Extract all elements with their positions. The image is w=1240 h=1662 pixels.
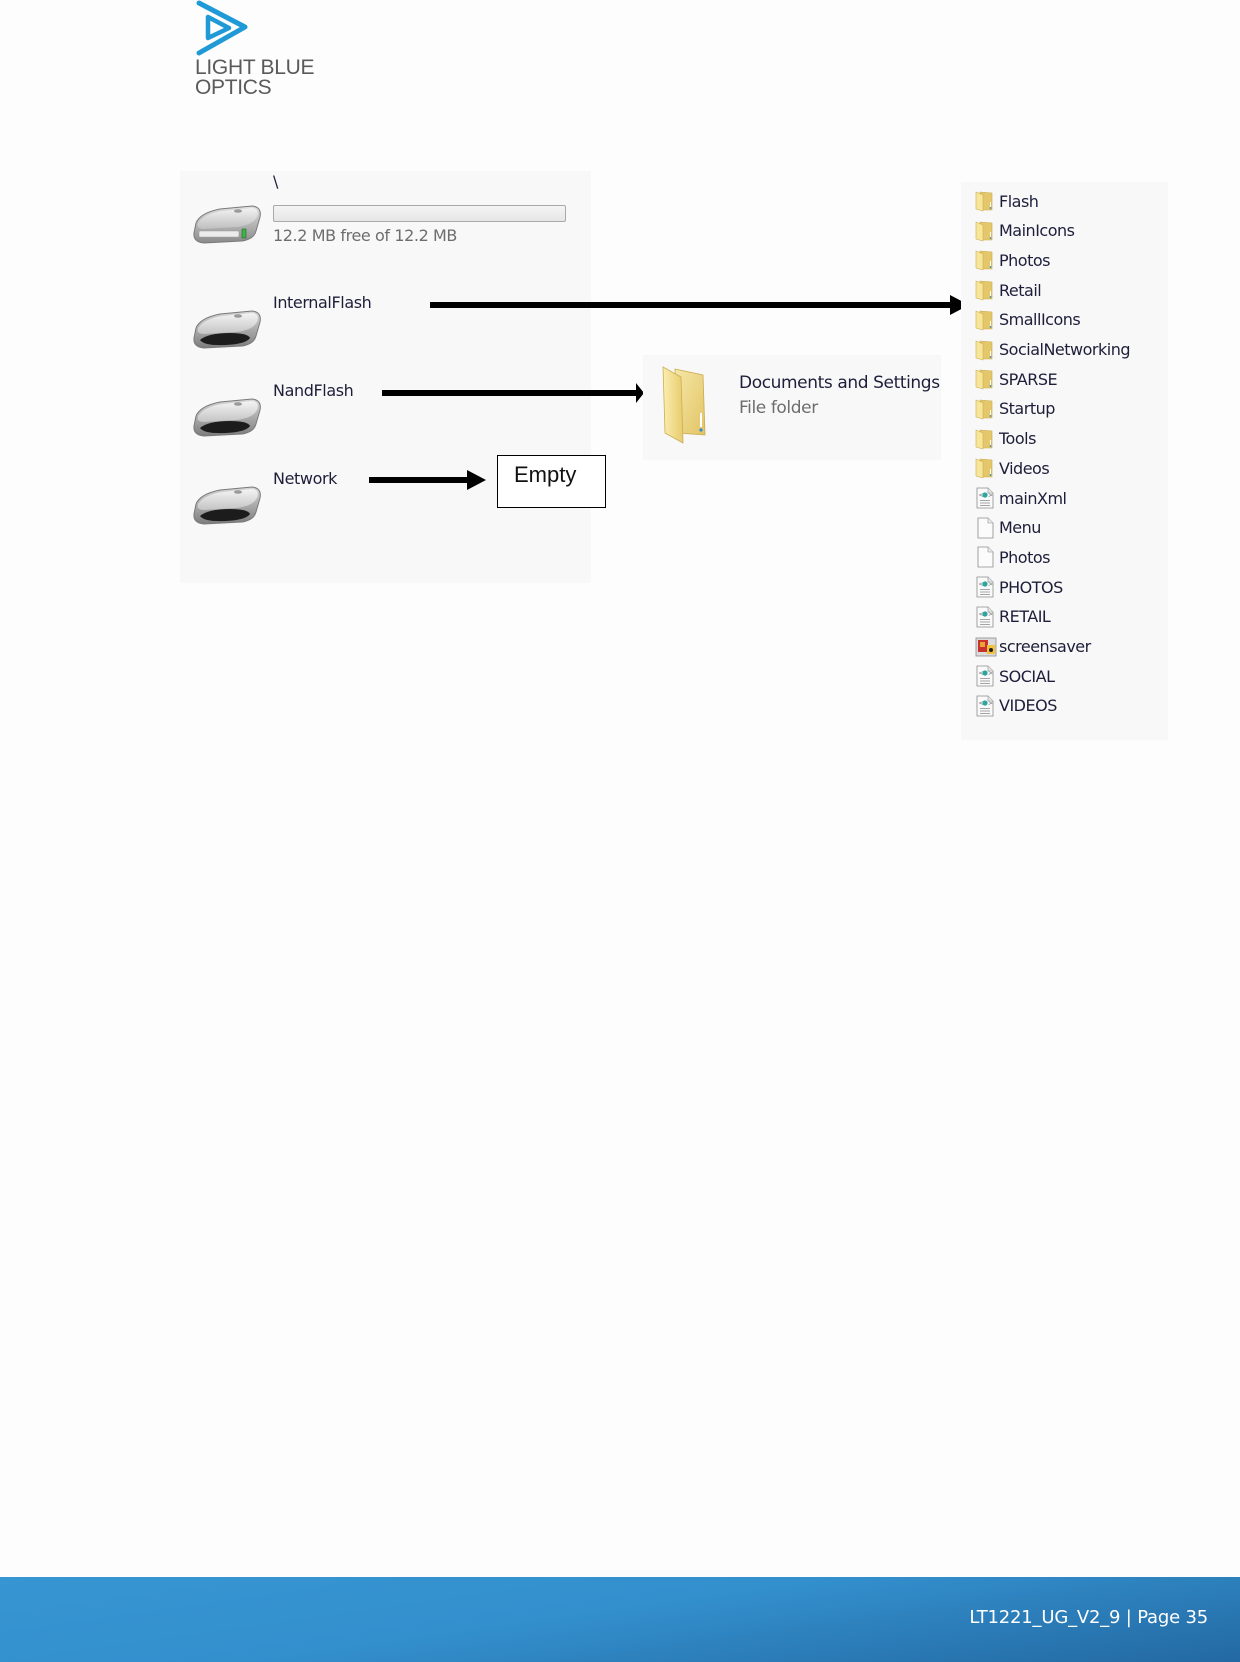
file-list-item[interactable]: < > RETAIL bbox=[975, 604, 1165, 630]
drive-label: InternalFlash bbox=[273, 293, 372, 312]
page-footer: LT1221_UG_V2_9 | Page 35 bbox=[0, 1577, 1240, 1662]
svg-text:>: > bbox=[988, 611, 993, 618]
xml-file-icon: < > bbox=[975, 487, 995, 509]
drives-panel: \ 12.2 MB free of 12.2 MB InternalFlash … bbox=[180, 171, 591, 583]
folder-icon bbox=[975, 398, 995, 420]
drive-label: Network bbox=[273, 469, 338, 488]
folder-icon bbox=[975, 339, 995, 361]
file-name: screensaver bbox=[999, 637, 1091, 656]
arrow-head-icon bbox=[467, 470, 486, 490]
drive-label: \ bbox=[273, 172, 278, 191]
logo-line-2: OPTICS bbox=[195, 76, 272, 99]
file-name: Menu bbox=[999, 518, 1041, 538]
folder-icon bbox=[975, 220, 995, 242]
drive-nandflash[interactable]: NandFlash bbox=[180, 364, 591, 444]
svg-text:>: > bbox=[988, 670, 993, 677]
file-list-item[interactable]: Menu bbox=[975, 515, 1165, 541]
file-name: SPARSE bbox=[999, 369, 1058, 389]
file-list-item[interactable]: Flash bbox=[975, 188, 1165, 214]
file-list-item[interactable]: < > mainXml bbox=[975, 485, 1165, 511]
drive-free-space: 12.2 MB free of 12.2 MB bbox=[273, 226, 458, 245]
file-name: SocialNetworking bbox=[999, 340, 1130, 359]
file-list-item[interactable]: < > PHOTOS bbox=[975, 574, 1165, 600]
file-list-item[interactable]: Startup bbox=[975, 396, 1165, 422]
file-name: SOCIAL bbox=[999, 666, 1055, 686]
drive-root[interactable]: \ 12.2 MB free of 12.2 MB bbox=[180, 171, 591, 251]
svg-text:>: > bbox=[988, 492, 993, 499]
file-list-item[interactable]: SmallIcons bbox=[975, 307, 1165, 333]
file-name: Videos bbox=[999, 458, 1050, 478]
folder-icon bbox=[975, 190, 995, 212]
folder-icon bbox=[975, 368, 995, 390]
xml-file-icon: < > bbox=[975, 576, 995, 598]
file-name: mainXml bbox=[999, 488, 1067, 508]
folder-name: Documents and Settings bbox=[739, 373, 940, 393]
xml-file-icon: < > bbox=[975, 695, 995, 717]
xml-file-icon: < > bbox=[975, 665, 995, 687]
file-name: Photos bbox=[999, 250, 1050, 270]
image-file-icon bbox=[975, 636, 997, 658]
removable-drive-icon bbox=[193, 486, 261, 525]
file-list-item[interactable]: screensaver bbox=[975, 634, 1165, 660]
file-name: Startup bbox=[999, 399, 1055, 419]
file-name: VIDEOS bbox=[999, 696, 1057, 716]
drive-usage-bar bbox=[273, 205, 566, 222]
file-list-item[interactable]: SPARSE bbox=[975, 366, 1165, 392]
folder-icon bbox=[975, 457, 995, 479]
folder-icon bbox=[975, 428, 995, 450]
xml-file-icon: < > bbox=[975, 606, 995, 628]
file-list-item[interactable]: Retail bbox=[975, 277, 1165, 303]
company-logo: LIGHT BLUE OPTICS bbox=[195, 0, 345, 105]
removable-drive-icon bbox=[193, 310, 261, 349]
footer-page-info: LT1221_UG_V2_9 | Page 35 bbox=[969, 1607, 1208, 1628]
folder-icon bbox=[975, 279, 995, 301]
file-list-item[interactable]: MainIcons bbox=[975, 218, 1165, 244]
file-name: Tools bbox=[999, 429, 1036, 449]
file-name: Photos bbox=[999, 547, 1050, 567]
file-name: MainIcons bbox=[999, 221, 1075, 241]
file-name: Retail bbox=[999, 280, 1042, 300]
removable-drive-icon bbox=[193, 398, 261, 437]
logo-wordmark: LIGHT BLUE OPTICS bbox=[195, 57, 314, 99]
hard-drive-icon bbox=[193, 205, 261, 244]
file-icon bbox=[975, 546, 995, 568]
file-list-item[interactable]: < > SOCIAL bbox=[975, 663, 1165, 689]
file-list-item[interactable]: Videos bbox=[975, 455, 1165, 481]
file-name: SmallIcons bbox=[999, 310, 1081, 330]
svg-text:>: > bbox=[988, 700, 993, 707]
drive-internalflash[interactable]: InternalFlash bbox=[180, 276, 591, 356]
folder-icon bbox=[975, 249, 995, 271]
file-list-item[interactable]: SocialNetworking bbox=[975, 337, 1165, 363]
logo-play-icon bbox=[196, 0, 248, 56]
file-list-item[interactable]: < > VIDEOS bbox=[975, 693, 1165, 719]
folder-type: File folder bbox=[739, 398, 818, 418]
folder-icon bbox=[975, 309, 995, 331]
folder-icon bbox=[662, 366, 706, 444]
file-name: PHOTOS bbox=[999, 577, 1063, 597]
svg-text:>: > bbox=[988, 581, 993, 588]
drive-label: NandFlash bbox=[273, 381, 354, 400]
file-list-item[interactable]: Photos bbox=[975, 544, 1165, 570]
network-empty-label: Empty bbox=[497, 455, 606, 508]
internalflash-contents-panel: Flash MainIcons Photos Retail SmallIcons… bbox=[961, 182, 1168, 740]
file-name: Flash bbox=[999, 191, 1039, 211]
file-list-item[interactable]: Tools bbox=[975, 426, 1165, 452]
file-list-item[interactable]: Photos bbox=[975, 247, 1165, 273]
nandflash-contents-panel: Documents and Settings File folder bbox=[643, 355, 941, 460]
file-name: RETAIL bbox=[999, 607, 1051, 627]
file-icon bbox=[975, 517, 995, 539]
